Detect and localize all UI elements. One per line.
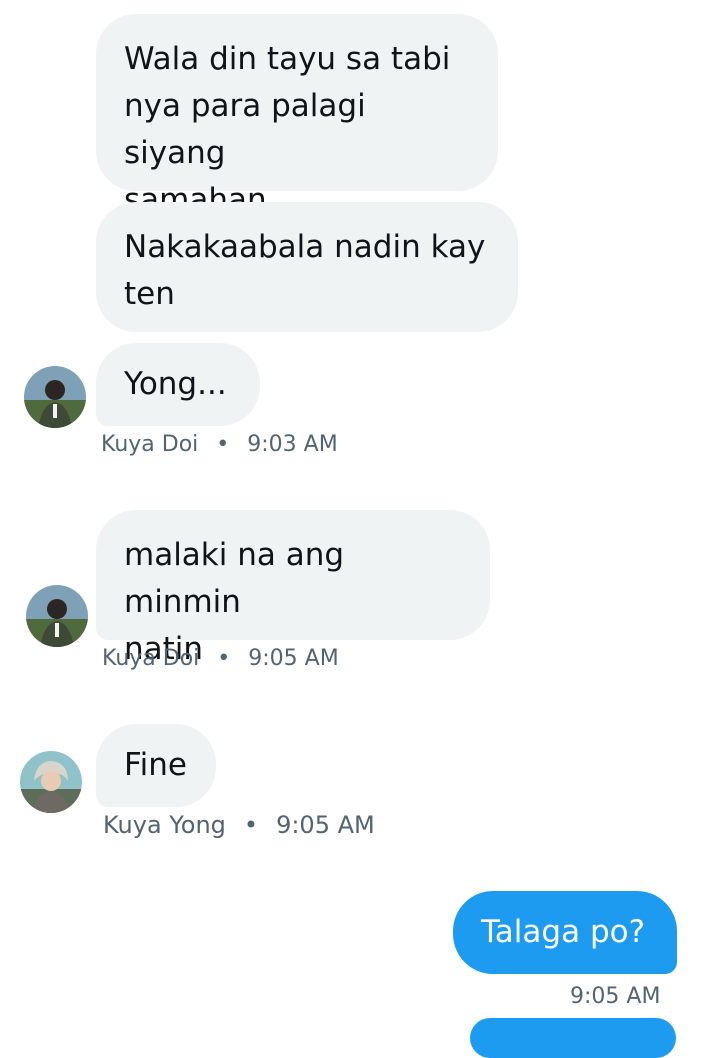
avatar[interactable] — [20, 751, 82, 813]
user-avatar-icon — [20, 751, 82, 813]
timestamp: 9:05 AM — [248, 646, 339, 671]
message-bubble-received[interactable]: Nakakaabala nadin kay ten — [96, 202, 518, 332]
message-bubble-received[interactable]: Yong... — [96, 343, 260, 426]
message-bubble-received[interactable]: Wala din tayu sa tabi nya para palagi si… — [96, 14, 498, 218]
message-bubble-received[interactable]: malaki na ang minmin natin — [96, 510, 490, 667]
message-bubble-received[interactable]: Fine — [96, 724, 216, 807]
sender-name[interactable]: Kuya Doi — [101, 432, 198, 457]
sender-name[interactable]: Kuya Doi — [102, 646, 199, 671]
separator-dot: • — [243, 811, 259, 839]
user-avatar-icon — [24, 366, 86, 428]
sender-name[interactable]: Kuya Yong — [103, 811, 226, 839]
timestamp: 9:05 AM — [570, 984, 661, 1009]
message-bubble-sent-partial[interactable] — [470, 1018, 676, 1058]
timestamp: 9:03 AM — [247, 432, 338, 457]
avatar[interactable] — [26, 585, 88, 647]
user-avatar-icon — [26, 585, 88, 647]
message-meta: 9:05 AM — [570, 984, 660, 1010]
message-meta: Kuya Doi • 9:05 AM — [102, 646, 339, 672]
avatar[interactable] — [24, 366, 86, 428]
message-meta: Kuya Doi • 9:03 AM — [101, 432, 338, 458]
message-bubble-sent[interactable]: Talaga po? — [453, 891, 677, 974]
separator-dot: • — [216, 432, 230, 457]
message-meta: Kuya Yong • 9:05 AM — [103, 812, 375, 838]
timestamp: 9:05 AM — [276, 811, 375, 839]
separator-dot: • — [217, 646, 231, 671]
